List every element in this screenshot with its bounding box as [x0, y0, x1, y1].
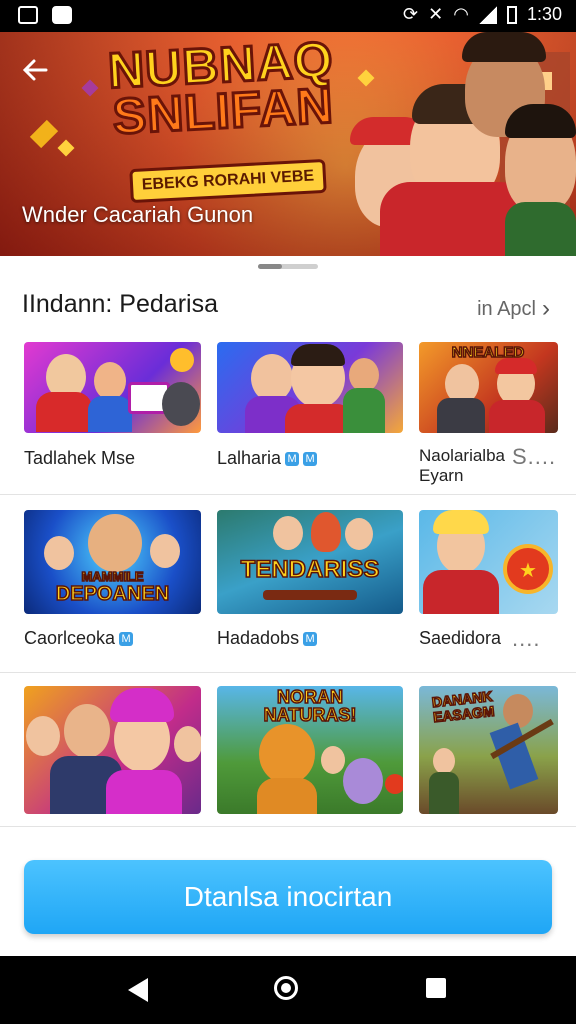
- status-time: 1:30: [526, 4, 562, 24]
- game-tile-5[interactable]: TENDARISS: [217, 510, 403, 614]
- mute-icon: ✕: [428, 4, 444, 24]
- signal-icon: [478, 5, 497, 24]
- verified-badge-icon: M: [119, 632, 134, 647]
- game-tile-1-title: Tadlahek Mse: [24, 448, 136, 468]
- game-tile-5-title: Hadadobs M: [217, 628, 318, 648]
- section-title: IIndann: Pedarisa: [22, 290, 218, 318]
- primary-cta-button[interactable]: Dtanlsa inocirtan: [24, 860, 552, 934]
- verified-badge-icon: M: [303, 452, 318, 467]
- game-tile-3[interactable]: NNEALED: [419, 342, 558, 433]
- status-bar: ⟳ ✕ ◠ 1:30: [0, 0, 576, 32]
- system-nav-bar: [0, 956, 576, 1024]
- battery-icon: [506, 5, 517, 24]
- hero-banner: NUBNAQ SNLIFAN EBEKG RORAHI VEBE Wnder C…: [0, 32, 576, 256]
- banner-logo-title: NUBNAQ SNLIFAN: [105, 32, 336, 146]
- game-tile-7[interactable]: [24, 686, 201, 814]
- game-tile-3-more[interactable]: S....: [512, 444, 556, 470]
- row-divider: [0, 826, 576, 827]
- game-tile-9-caption: DANANK EASAGM: [430, 687, 496, 726]
- banner-subtitle: Wnder Cacariah Gunon: [22, 202, 254, 227]
- game-tile-3-title: Naolarialba Eyarn: [419, 446, 505, 485]
- sync-icon: ⟳: [403, 4, 419, 24]
- verified-badge-icon: M: [285, 452, 300, 467]
- game-tile-1[interactable]: [24, 342, 201, 433]
- game-tile-5-caption: TENDARISS: [240, 555, 380, 584]
- nav-recents-icon[interactable]: [426, 978, 446, 998]
- section-see-all-link[interactable]: in Apcl ›: [477, 295, 550, 323]
- game-tile-9[interactable]: DANANK EASAGM: [419, 686, 558, 814]
- verified-badge-icon: M: [303, 632, 318, 647]
- game-tile-4[interactable]: MAMMILE DEPOANEN: [24, 510, 201, 614]
- game-tile-6[interactable]: ★: [419, 510, 558, 614]
- star-icon: ★: [519, 560, 537, 582]
- game-tile-6-title: Saedidora: [419, 628, 502, 648]
- row-divider: [0, 672, 576, 673]
- game-tile-2[interactable]: [217, 342, 403, 433]
- chevron-right-icon: ›: [542, 295, 550, 322]
- game-tile-4-caption: MAMMILE DEPOANEN: [55, 569, 170, 605]
- game-tile-2-title: Lalharia M M: [217, 448, 318, 468]
- game-tile-6-more[interactable]: ....: [512, 626, 540, 652]
- game-tile-8-caption: NORAN NATURAS!: [263, 687, 357, 725]
- sheet-drag-handle[interactable]: [258, 264, 318, 269]
- wifi-icon: ◠: [453, 4, 469, 24]
- game-tile-4-title: Caorlceoka M: [24, 628, 134, 648]
- gallery-icon: [18, 6, 38, 24]
- nav-back-icon[interactable]: [128, 978, 148, 1002]
- back-arrow-icon[interactable]: [18, 50, 58, 90]
- row-divider: [0, 494, 576, 495]
- game-tile-8[interactable]: NORAN NATURAS!: [217, 686, 403, 814]
- game-tile-3-caption: NNEALED: [451, 343, 525, 362]
- nav-home-icon[interactable]: [274, 976, 298, 1000]
- notification-icon: [52, 6, 72, 24]
